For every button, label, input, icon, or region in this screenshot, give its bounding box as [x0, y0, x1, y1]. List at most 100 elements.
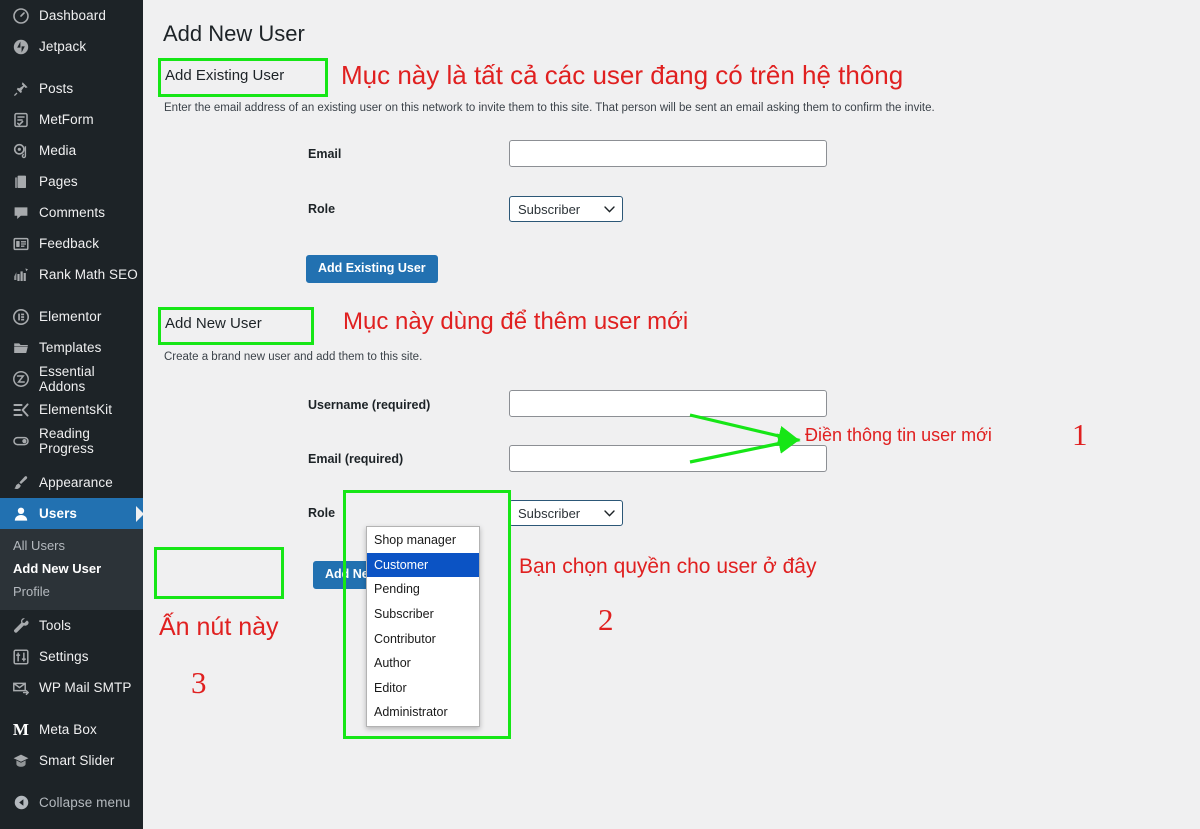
- sidebar-item-label: Meta Box: [39, 722, 97, 737]
- sidebar-item-templates[interactable]: Templates: [0, 332, 143, 363]
- sidebar-item-appearance[interactable]: Appearance: [0, 467, 143, 498]
- sidebar-divider: [0, 776, 143, 787]
- sidebar-divider: [0, 62, 143, 73]
- sidebar-item-feedback[interactable]: Feedback: [0, 228, 143, 259]
- essential-addons-icon: [10, 369, 32, 389]
- new-email-input[interactable]: [509, 445, 827, 472]
- new-email-label: Email (required): [308, 452, 404, 466]
- user-icon: [10, 504, 32, 524]
- role-option[interactable]: Administrator: [367, 700, 479, 725]
- dashboard-icon: [10, 6, 32, 26]
- role-option[interactable]: Subscriber: [367, 602, 479, 627]
- add-new-user-heading: Add New User: [165, 315, 262, 332]
- existing-role-select[interactable]: Subscriber: [509, 196, 623, 222]
- smart-slider-icon: [10, 751, 32, 771]
- new-role-label: Role: [308, 506, 336, 520]
- sidebar-item-wp-mail-smtp[interactable]: WP Mail SMTP: [0, 672, 143, 703]
- sidebar-item-label: Settings: [39, 649, 89, 664]
- admin-sidebar: Dashboard Jetpack Posts MetForm Media Pages Co…: [0, 0, 143, 829]
- sidebar-item-label: Comments: [39, 205, 106, 220]
- annotation-number-3: 3: [191, 665, 207, 700]
- sidebar-menu-bottom: Tools Settings WP Mail SMTP M Meta Box Smart …: [0, 610, 143, 776]
- role-option[interactable]: Customer: [367, 552, 479, 578]
- folder-icon: [10, 338, 32, 358]
- sidebar-item-label: ElementsKit: [39, 402, 113, 417]
- sidebar-item-posts[interactable]: Posts: [0, 73, 143, 104]
- sidebar-item-label: Jetpack: [39, 39, 87, 54]
- role-option[interactable]: Shop manager: [367, 528, 479, 553]
- elementskit-icon: [10, 400, 32, 420]
- annotation-number-2: 2: [598, 602, 614, 637]
- metform-icon: [10, 110, 32, 130]
- metabox-m-icon: M: [12, 720, 30, 739]
- add-existing-user-button[interactable]: Add Existing User: [306, 255, 438, 283]
- feedback-icon: [10, 234, 32, 254]
- sidebar-item-label: Elementor: [39, 309, 102, 324]
- role-option[interactable]: Author: [367, 651, 479, 676]
- sidebar-item-label: Smart Slider: [39, 753, 115, 768]
- annotation-note-choose-role: Bạn chọn quyền cho user ở đây: [519, 555, 817, 578]
- sidebar-item-smart-slider[interactable]: Smart Slider: [0, 745, 143, 776]
- sidebar-item-label: Rank Math SEO: [39, 267, 138, 282]
- sidebar-item-jetpack[interactable]: Jetpack: [0, 31, 143, 62]
- sidebar-item-label: Media: [39, 143, 77, 158]
- sidebar-item-reading-progress[interactable]: Reading Progress: [0, 425, 143, 456]
- comment-bubble-icon: [10, 203, 32, 223]
- sidebar-item-label: MetForm: [39, 112, 94, 127]
- sidebar-item-users[interactable]: Users: [0, 498, 143, 529]
- sidebar-item-meta-box[interactable]: M Meta Box: [0, 714, 143, 745]
- role-option[interactable]: Pending: [367, 577, 479, 602]
- submenu-item-add-new-user[interactable]: Add New User: [0, 557, 143, 580]
- role-dropdown-list[interactable]: Shop manager Customer Pending Subscriber Con…: [366, 526, 480, 727]
- new-username-input[interactable]: [509, 390, 827, 417]
- add-existing-user-heading: Add Existing User: [165, 67, 285, 84]
- media-icon: [10, 141, 32, 161]
- sidebar-menu-top: Dashboard Jetpack Posts MetForm Media Pages Co…: [0, 0, 143, 529]
- chevron-down-icon: [596, 205, 622, 213]
- sidebar-item-elementor[interactable]: Elementor: [0, 301, 143, 332]
- sidebar-item-tools[interactable]: Tools: [0, 610, 143, 641]
- submenu-item-all-users[interactable]: All Users: [0, 534, 143, 557]
- sidebar-item-essential-addons[interactable]: Essential Addons: [0, 363, 143, 394]
- annotation-note-press-button: Ấn nút này: [159, 613, 279, 641]
- sidebar-item-dashboard[interactable]: Dashboard: [0, 0, 143, 31]
- mail-icon: [10, 678, 32, 698]
- new-role-select[interactable]: Subscriber: [509, 500, 623, 526]
- existing-email-label: Email: [308, 147, 342, 161]
- sidebar-item-label: Dashboard: [39, 8, 106, 23]
- add-existing-user-description: Enter the email address of an existing u…: [164, 102, 935, 114]
- page-title: Add New User: [163, 21, 305, 46]
- users-submenu: All Users Add New User Profile: [0, 529, 143, 610]
- annotation-note-fill-info: Điền thông tin user mới: [805, 425, 992, 445]
- existing-email-input[interactable]: [509, 140, 827, 167]
- jetpack-icon: [10, 37, 32, 57]
- submenu-item-profile[interactable]: Profile: [0, 580, 143, 603]
- elementor-icon: [10, 307, 32, 327]
- sidebar-item-metform[interactable]: MetForm: [0, 104, 143, 135]
- sidebar-item-rank-math-seo[interactable]: Rank Math SEO: [0, 259, 143, 290]
- annotation-note-existing: Mục này là tất cả các user đang có trên …: [341, 60, 904, 90]
- sidebar-item-label: WP Mail SMTP: [39, 680, 132, 695]
- sidebar-item-media[interactable]: Media: [0, 135, 143, 166]
- sidebar-item-settings[interactable]: Settings: [0, 641, 143, 672]
- chevron-down-icon: [596, 509, 622, 517]
- existing-role-label: Role: [308, 202, 336, 216]
- sidebar-item-label: Users: [39, 506, 78, 521]
- main-content: Add New User Add Existing User Enter the…: [143, 0, 1200, 829]
- sidebar-item-pages[interactable]: Pages: [0, 166, 143, 197]
- wrench-icon: [10, 616, 32, 636]
- pages-icon: [10, 172, 32, 192]
- sidebar-item-label: Feedback: [39, 236, 100, 251]
- sidebar-item-elementskit[interactable]: ElementsKit: [0, 394, 143, 425]
- role-option[interactable]: Editor: [367, 676, 479, 701]
- collapse-menu-button[interactable]: Collapse menu: [0, 787, 143, 818]
- sidebar-item-comments[interactable]: Comments: [0, 197, 143, 228]
- toggle-icon: [10, 431, 32, 451]
- add-new-user-description: Create a brand new user and add them to …: [164, 351, 423, 363]
- new-username-label: Username (required): [308, 398, 431, 412]
- sidebar-item-label: Tools: [39, 618, 72, 633]
- role-option[interactable]: Contributor: [367, 626, 479, 651]
- sidebar-item-label: Reading Progress: [39, 425, 94, 456]
- pin-icon: [10, 79, 32, 99]
- sidebar-item-label: Pages: [39, 174, 78, 189]
